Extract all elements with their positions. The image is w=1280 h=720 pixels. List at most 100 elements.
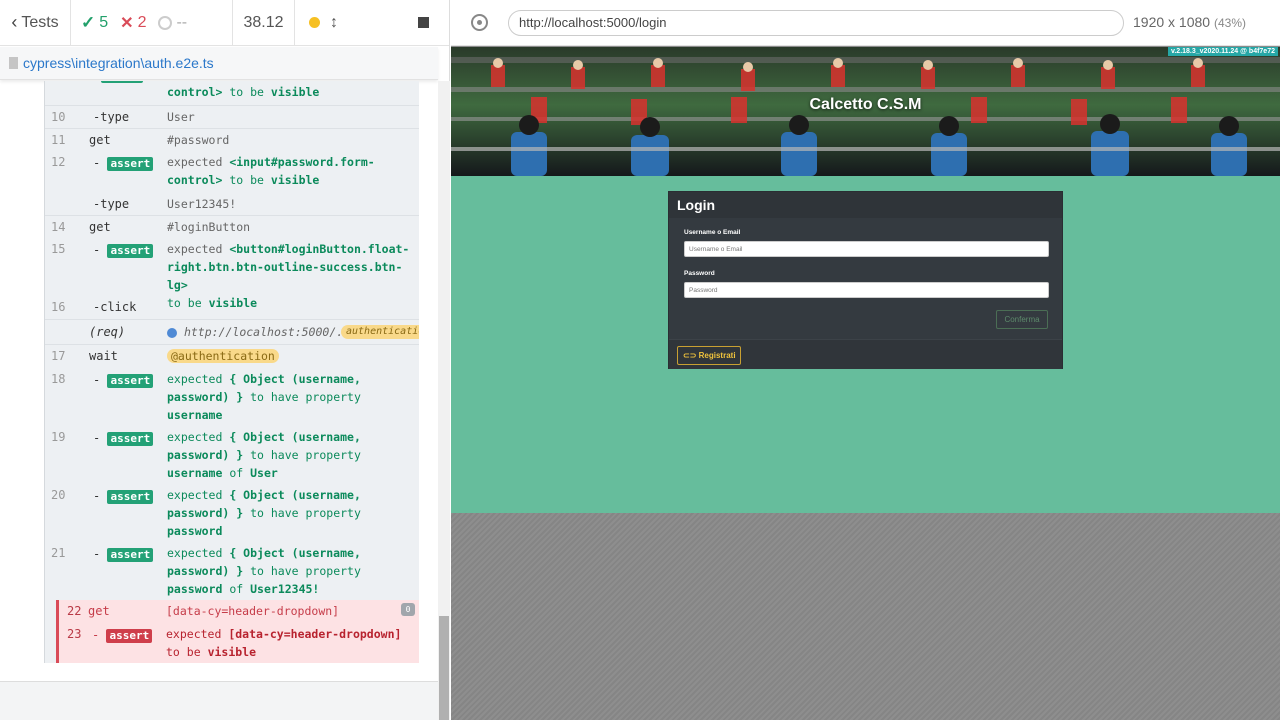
hero-banner-image: Calcetto C.S.M v.2.18.3_v2020.11.24 @ b4… [451,47,1280,176]
viewport-zoom: (43%) [1213,16,1246,30]
command-row[interactable]: control> to be visible [45,81,419,105]
assert-badge: assert [107,374,154,388]
command-message: User12345! [167,197,237,211]
spec-file-bar[interactable]: cypress\integration\auth.e2e.ts [0,47,438,80]
command-row-failed[interactable]: 23 - assert expected [data-cy=header-dro… [56,623,419,663]
request-label: (req) [89,325,126,339]
command-name: - assert [93,241,154,259]
command-number: 19 [51,430,66,444]
command-name: - assert [93,154,154,172]
version-badge: v.2.18.3_v2020.11.24 @ b4f7e72 [1167,47,1278,56]
command-name: wait [89,349,118,363]
command-row[interactable]: 16 -click [45,296,419,319]
back-to-tests-button[interactable]: ‹ Tests [0,0,71,45]
request-row[interactable]: (req) http://localhost:5000/... authenti… [45,319,419,344]
command-name: get [88,604,110,618]
command-row[interactable]: 10 -type User [45,105,419,128]
command-row[interactable]: 14 get #loginButton [45,215,419,238]
command-name: get [89,133,111,147]
username-label: Username o Email [684,229,741,236]
site-title: Calcetto C.S.M [809,96,922,113]
command-row-failed[interactable]: 22 get [data-cy=header-dropdown] 0 [56,600,419,623]
command-row[interactable]: 17 wait @authentication [45,344,419,366]
pending-circle-icon [158,15,173,30]
pending-count: -- [176,13,188,31]
command-message: #password [167,133,230,147]
command-number: 11 [51,133,66,147]
command-name: -type [93,110,130,124]
command-number: 15 [51,242,66,256]
command-name: -type [93,197,130,211]
cross-icon: ✕ [120,14,134,32]
scrollbar-thumb[interactable] [439,616,449,720]
login-card-footer: ⊂⊃ Registrati [669,339,1062,369]
cypress-reporter: ‹ Tests ✓ 5 ✕ 2 -- 38.12 ↕ cypress\integ… [0,0,450,720]
command-number: 10 [51,110,66,124]
command-message: expected { Object (username, password) }… [167,430,361,480]
passed-stat[interactable]: ✓ 5 [81,13,108,33]
command-name: - assert [93,487,154,505]
element-count-badge: 0 [401,603,415,616]
command-row[interactable]: 20 - assert expected { Object (username,… [45,484,419,542]
command-row[interactable]: 21 - assert expected { Object (username,… [45,542,419,600]
duration: 38.12 [233,0,295,45]
command-message: expected [data-cy=header-dropdown] to be… [166,627,402,659]
test-stats: ✓ 5 ✕ 2 -- [71,0,233,45]
stop-icon[interactable] [418,17,429,28]
command-row[interactable]: 18 - assert expected { Object (username,… [45,368,419,426]
spec-path[interactable]: cypress\integration\auth.e2e.ts [23,55,214,71]
viewport-dimensions: 1920 x 1080 [1133,14,1211,30]
reporter-scrollbar[interactable] [438,81,450,720]
command-message: expected { Object (username, password) }… [167,372,361,422]
command-row[interactable]: 11 get #password [45,128,419,151]
assert-badge: assert [107,432,154,446]
request-status-dot-icon [167,327,177,338]
command-name: - assert [93,371,154,389]
command-message: expected <input#password.form- control> … [167,155,375,187]
command-row[interactable]: -type User12345! [45,193,419,215]
selector-playground-crosshair-icon[interactable] [471,14,488,31]
failed-stat[interactable]: ✕ 2 [120,13,146,33]
aut-url-bar: http://localhost:5000/login 1920 x 1080 … [451,0,1280,46]
command-number: 17 [51,349,66,363]
assert-badge: assert [107,548,154,562]
file-icon [9,57,18,69]
command-log: control> to be visible 10 -type User 11 … [44,81,419,663]
aut-iframe: Calcetto C.S.M v.2.18.3_v2020.11.24 @ b4… [451,47,1280,513]
username-input[interactable] [684,241,1049,257]
assert-badge: assert [107,490,154,504]
aut-background [451,513,1280,720]
command-name: - assert [93,429,154,447]
command-name: -click [93,300,137,314]
command-message: #loginButton [167,220,251,234]
command-message: expected { Object (username, password) }… [167,546,361,596]
app-under-test-panel: http://localhost:5000/login 1920 x 1080 … [451,0,1280,720]
register-button[interactable]: ⊂⊃ Registrati [677,346,741,365]
aut-url-field[interactable]: http://localhost:5000/login [508,10,1124,36]
register-label: Registrati [698,351,736,360]
chevron-left-icon: ‹ [11,12,18,32]
command-number: 12 [51,155,66,169]
command-row[interactable]: 15 - assert expected <button#loginButton… [45,238,419,310]
assert-badge [101,81,143,83]
password-label: Password [684,270,715,277]
assert-badge: assert [107,244,154,258]
viewport-info[interactable]: 1920 x 1080 (43%) [1133,14,1246,30]
reporter-footer [0,681,438,720]
command-row[interactable]: 12 - assert expected <input#password.for… [45,151,419,193]
pending-stat[interactable]: -- [158,14,187,32]
password-input[interactable] [684,282,1049,298]
command-number: 20 [51,488,66,502]
auto-scroll-toggle-icon[interactable]: ↕ [330,14,338,32]
assert-badge: assert [107,157,154,171]
command-message: control> to be visible [167,85,320,99]
confirm-button[interactable]: Conferma [996,310,1048,329]
command-number: 21 [51,546,66,560]
command-message: expected { Object (username, password) }… [167,488,361,538]
command-row[interactable]: 19 - assert expected { Object (username,… [45,426,419,484]
command-message: [data-cy=header-dropdown] [166,604,340,618]
run-controls: ↕ [295,0,449,45]
command-number: 18 [51,372,66,386]
command-number: 14 [51,220,66,234]
assert-badge: assert [106,629,153,643]
